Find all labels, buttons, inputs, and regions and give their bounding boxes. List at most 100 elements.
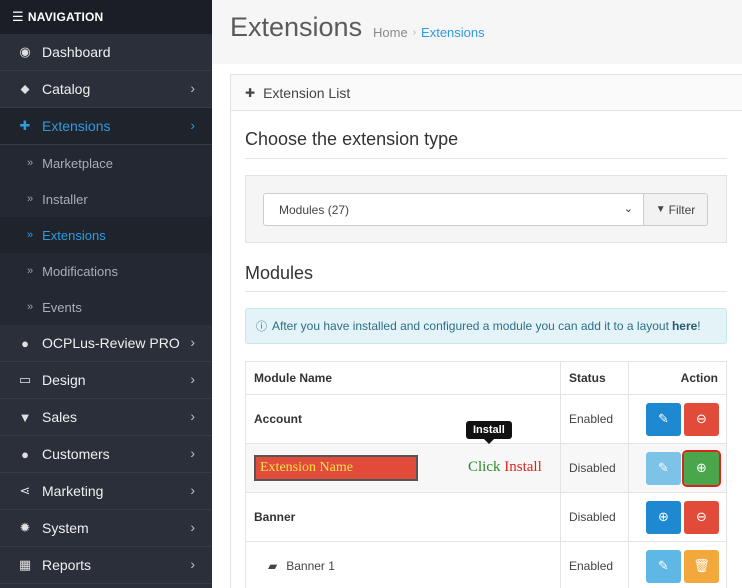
pencil-icon: ✎ (658, 558, 669, 573)
chat-bubbles-icon: ● (21, 335, 29, 351)
info-alert-suffix: ! (697, 319, 701, 333)
sidebar-subitem-events[interactable]: » Events (0, 289, 212, 325)
chevron-right-icon: › (190, 117, 195, 133)
edit-button[interactable]: ✎ (646, 549, 681, 583)
module-name: Banner 1 (286, 559, 335, 573)
double-chevron-icon: » (27, 157, 34, 169)
sidebar-item-ocplus-review[interactable]: ● OCPLus-Review PRO › (0, 325, 212, 362)
section-divider (245, 291, 727, 292)
bar-chart-icon: ▦ (18, 557, 32, 572)
panel-heading-label: Extension List (263, 84, 351, 101)
sidebar-item-catalog[interactable]: ⬥ Catalog › (0, 71, 212, 108)
layout-link[interactable]: here (672, 319, 697, 333)
sidebar-item-customers[interactable]: ● Customers › (0, 436, 212, 473)
navigation-label: NAVIGATION (27, 10, 104, 24)
delete-button[interactable]: 🗑 (684, 549, 719, 583)
sidebar-item-reports[interactable]: ▦ Reports › (0, 547, 212, 584)
pencil-icon: ✎ (658, 411, 669, 426)
column-header-action: Action (628, 361, 727, 395)
sidebar-subitem-label: Modifications (42, 263, 118, 279)
sidebar-item-label: Customers (42, 446, 110, 462)
action-cell: ✎ ⊕ (628, 443, 727, 493)
monitor-icon: ▭ (18, 372, 32, 387)
add-module-button[interactable]: ⊕ (646, 500, 681, 534)
modules-table: Module Name Status Action Account Enable… (245, 361, 727, 588)
chevron-right-icon: › (190, 519, 195, 535)
sidebar-item-label: Marketing (42, 483, 104, 499)
install-button[interactable]: ⊕ (682, 449, 721, 487)
sub-module: ▰ Banner 1 (254, 559, 335, 573)
info-circle-icon: ⓘ (256, 321, 267, 333)
sidebar-item-sales[interactable]: ▼ Sales › (0, 399, 212, 436)
puzzle-icon: ✚ (19, 118, 31, 133)
modules-title: Modules (245, 263, 314, 283)
double-chevron-icon: » (27, 193, 34, 205)
chevron-right-icon: › (190, 80, 195, 96)
breadcrumb-home-link[interactable]: Home (373, 25, 408, 40)
edit-button-disabled[interactable]: ✎ (646, 451, 681, 485)
module-name: Account (254, 412, 302, 426)
sidebar-item-label: Design (42, 372, 86, 388)
sidebar-item-label: Dashboard (42, 44, 111, 60)
shopping-cart-icon: ▼ (18, 409, 32, 425)
sidebar-item-system[interactable]: ✹ System › (0, 510, 212, 547)
sidebar-item-design[interactable]: ▭ Design › (0, 362, 212, 399)
action-cell: ⊕ ⊖ (628, 492, 727, 542)
filter-icon: ▼ (655, 204, 666, 215)
extension-type-value: Modules (27) (279, 202, 350, 217)
sidebar-item-label: Sales (42, 409, 78, 425)
chevron-right-icon: › (190, 445, 195, 461)
pencil-icon: ✎ (658, 460, 669, 475)
annotation-install-text: Install (504, 459, 542, 475)
double-chevron-icon: » (27, 265, 34, 277)
sidebar-subitem-extensions[interactable]: » Extensions (0, 217, 212, 253)
share-icon: ⋖ (19, 483, 31, 498)
column-header-name[interactable]: Module Name (245, 361, 561, 395)
breadcrumb-current-link[interactable]: Extensions (421, 25, 485, 40)
sidebar-item-marketing[interactable]: ⋖ Marketing › (0, 473, 212, 510)
chevron-right-icon: › (190, 371, 195, 387)
page-header: Extensions Home › Extensions (212, 0, 742, 64)
filter-well: Modules (27) ⌄ ▼ Filter (245, 175, 727, 243)
info-alert-text: After you have installed and configured … (272, 319, 669, 333)
hamburger-icon: ☰ (12, 9, 24, 24)
module-status: Disabled (560, 443, 629, 493)
uninstall-button[interactable]: ⊖ (684, 402, 719, 436)
folder-open-icon: ▰ (268, 559, 278, 573)
plus-circle-icon: ⊕ (696, 460, 707, 475)
module-status: Enabled (560, 394, 629, 444)
table-row: ▰ Banner 1 Enabled ✎ 🗑 (245, 541, 727, 588)
table-row: Banner Disabled ⊕ ⊖ (245, 492, 727, 542)
user-icon: ● (21, 446, 29, 462)
navigation-header[interactable]: ☰ NAVIGATION (0, 0, 212, 34)
sidebar-item-extensions[interactable]: ✚ Extensions › (0, 108, 212, 145)
uninstall-button[interactable]: ⊖ (684, 500, 719, 534)
double-chevron-icon: » (27, 301, 34, 313)
sidebar-subitem-marketplace[interactable]: » Marketplace (0, 145, 212, 181)
chevron-down-icon: ⌄ (623, 203, 633, 215)
plus-circle-icon: ⊕ (658, 509, 669, 524)
page-title: Extensions (230, 12, 363, 42)
module-status: Enabled (560, 541, 629, 588)
chevron-right-icon: › (190, 556, 195, 572)
breadcrumb: Home › Extensions (373, 25, 485, 40)
module-status: Disabled (560, 492, 629, 542)
extension-type-select[interactable]: Modules (27) ⌄ (263, 193, 644, 226)
sidebar-subitem-installer[interactable]: » Installer (0, 181, 212, 217)
filter-button[interactable]: ▼ Filter (643, 193, 708, 226)
action-cell: ✎ ⊖ (628, 394, 727, 444)
annotation-click-text: Click (468, 459, 501, 475)
minus-circle-icon: ⊖ (696, 509, 707, 524)
sidebar-subitem-label: Extensions (42, 227, 106, 243)
sidebar-item-label: System (42, 520, 89, 536)
breadcrumb-separator-icon: › (412, 27, 417, 38)
chevron-right-icon: › (190, 408, 195, 424)
sidebar-subitem-modifications[interactable]: » Modifications (0, 253, 212, 289)
sidebar-item-dashboard[interactable]: ◉ Dashboard (0, 34, 212, 71)
extension-list-panel: ✚ Extension List Choose the extension ty… (230, 74, 742, 588)
chevron-right-icon: › (190, 482, 195, 498)
tooltip-text: Install (473, 424, 505, 436)
extension-name-annotation: Extension Name (254, 455, 418, 481)
sidebar-subitem-label: Installer (42, 191, 88, 207)
edit-button[interactable]: ✎ (646, 402, 681, 436)
